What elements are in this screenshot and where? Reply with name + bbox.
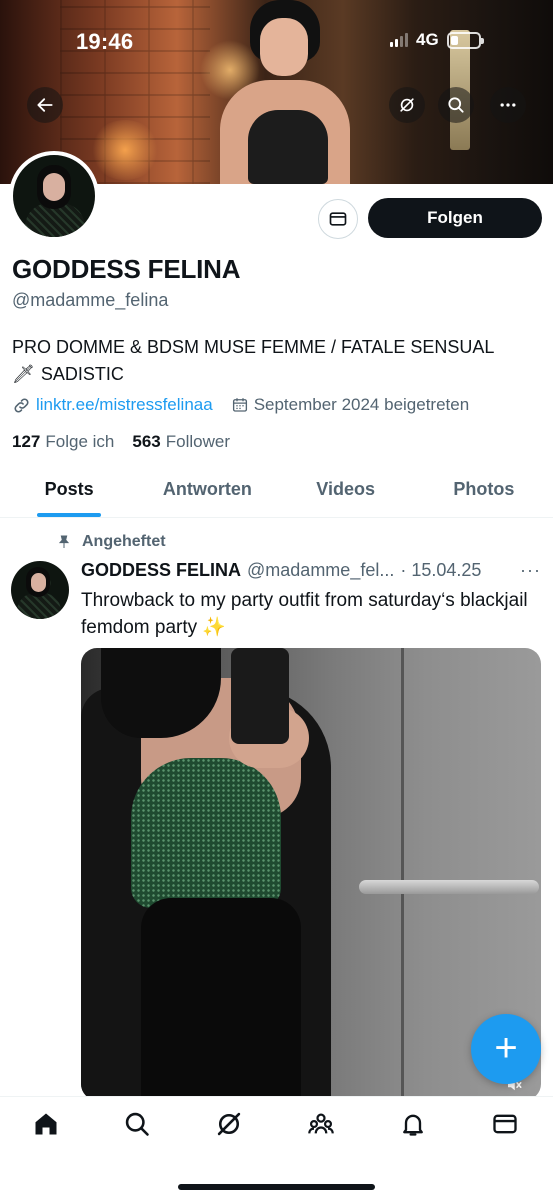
tab-posts[interactable]: Posts — [0, 462, 138, 517]
tab-replies[interactable]: Antworten — [138, 462, 276, 517]
search-icon — [448, 97, 464, 113]
calendar-icon — [232, 398, 247, 412]
nav-grok[interactable] — [214, 1109, 244, 1139]
grok-icon — [217, 1112, 241, 1136]
status-indicators: 4G — [390, 30, 484, 50]
profile-handle: @madamme_felina — [12, 290, 169, 310]
status-time: 19:46 — [76, 29, 134, 54]
nav-messages[interactable] — [490, 1109, 520, 1139]
back-button[interactable] — [27, 87, 63, 123]
nav-communities[interactable] — [306, 1109, 336, 1139]
battery-icon — [446, 31, 484, 49]
post-more-button[interactable]: ··· — [520, 560, 541, 581]
follow-button[interactable]: Folgen — [368, 198, 542, 238]
media-latex — [141, 898, 301, 1100]
nav-notifications[interactable] — [398, 1109, 428, 1139]
pin-icon — [58, 535, 70, 548]
post-author-avatar[interactable] — [11, 561, 69, 619]
bell-icon — [403, 1114, 423, 1136]
media-phone — [231, 648, 289, 744]
tab-videos[interactable]: Videos — [277, 462, 415, 517]
post-date: · 15.04.25 — [400, 560, 482, 580]
dagger-emoji: 🗡 — [12, 364, 35, 384]
followers-count[interactable]: 563 — [132, 432, 160, 452]
profile-tabs: Posts Antworten Videos Photos — [0, 462, 553, 518]
elevator-door-seam — [401, 648, 404, 1100]
compose-button[interactable]: + — [471, 1014, 541, 1084]
signal-icon — [390, 33, 408, 47]
post-media-video[interactable] — [81, 648, 541, 1100]
grok-icon — [400, 98, 414, 112]
followers-label[interactable]: Follower — [166, 432, 230, 452]
pinned-indicator: Angeheftet — [56, 533, 166, 551]
following-label[interactable]: Folge ich — [45, 432, 114, 452]
profile-banner[interactable] — [0, 0, 553, 184]
pinned-label: Angeheftet — [82, 533, 166, 550]
banner-figure — [212, 0, 362, 184]
media-bustier — [131, 758, 281, 908]
network-type: 4G — [416, 30, 439, 49]
arrow-left-icon — [37, 98, 53, 112]
profile-bio: PRO DOMME & BDSM MUSE FEMME / FATALE SEN… — [12, 334, 542, 388]
post-text: Throwback to my party outfit from saturd… — [81, 590, 528, 638]
post-author-handle[interactable]: @madamme_fel... — [247, 560, 394, 581]
elevator-handrail — [359, 880, 539, 894]
profile-avatar[interactable] — [9, 151, 99, 241]
envelope-icon — [493, 1114, 517, 1134]
link-icon — [14, 397, 29, 413]
message-button[interactable] — [318, 199, 358, 239]
joined-date: September 2024 beigetreten — [253, 395, 470, 414]
post-author-name[interactable]: GODDESS FELINA — [81, 560, 241, 581]
home-icon — [35, 1113, 57, 1135]
envelope-icon — [329, 212, 347, 226]
communities-icon — [308, 1113, 334, 1134]
tab-photos[interactable]: Photos — [415, 462, 553, 517]
post-header: GODDESS FELINA @madamme_fel... · 15.04.2… — [81, 560, 481, 581]
bio-line-1: PRO DOMME & BDSM MUSE FEMME / FATALE SEN… — [12, 337, 495, 357]
profile-display-name: GODDESS FELINA — [12, 254, 241, 284]
more-button[interactable] — [490, 87, 526, 123]
plus-icon: + — [494, 1025, 518, 1070]
profile-meta: linktr.ee/mistressfelinaa September 2024… — [12, 395, 469, 415]
profile-link[interactable]: linktr.ee/mistressfelinaa — [36, 395, 213, 415]
search-button[interactable] — [438, 87, 474, 123]
nav-search[interactable] — [122, 1109, 152, 1139]
home-indicator — [178, 1184, 375, 1190]
banner-lamp-glow — [90, 120, 160, 180]
following-count[interactable]: 127 — [12, 432, 40, 452]
search-icon — [125, 1112, 149, 1136]
nav-home[interactable] — [31, 1109, 61, 1139]
bio-line-2: SADISTIC — [40, 364, 124, 384]
follow-stats: 127 Folge ich 563 Follower — [12, 432, 230, 452]
more-icon — [500, 103, 516, 107]
grok-button[interactable] — [389, 87, 425, 123]
